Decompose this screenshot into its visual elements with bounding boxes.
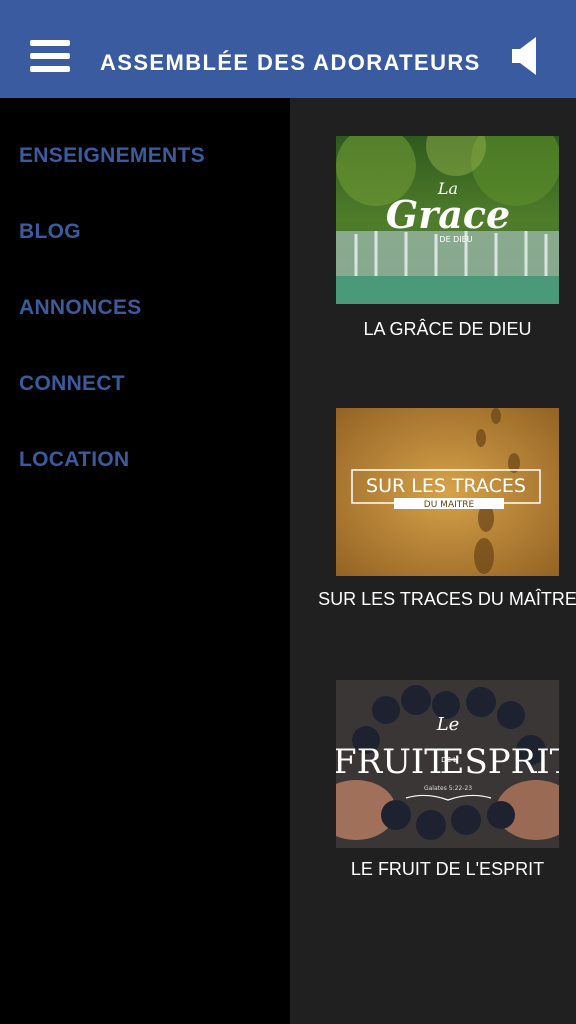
thumb-text: Galates 5:22-23 — [424, 785, 472, 792]
thumb-text: SUR LES TRACES — [366, 475, 526, 497]
series-title[interactable]: SUR LES TRACES DU MAÎTRE — [316, 586, 576, 613]
drawer-item-blog[interactable]: BLOG — [19, 220, 81, 244]
hamburger-menu-icon[interactable] — [30, 40, 72, 76]
thumb-text: Grace — [386, 192, 510, 237]
series-thumbnail-sand[interactable]: SUR LES TRACES DU MAITRE — [336, 408, 559, 576]
speaker-icon[interactable] — [510, 35, 540, 77]
drawer-item-annonces[interactable]: ANNONCES — [19, 296, 142, 320]
series-list: La Grace DE DIEU LA GRÂCE DE DIEU SUR LE… — [290, 98, 576, 1024]
series-title[interactable]: LE FRUIT DE L'ESPRIT — [316, 856, 576, 883]
thumb-text: DE DIEU — [439, 235, 472, 244]
series-title[interactable]: LA GRÂCE DE DIEU — [316, 316, 576, 343]
drawer-item-location[interactable]: LOCATION — [19, 448, 130, 472]
app-title: ASSEMBLÉE DES ADORATEURS — [100, 50, 481, 75]
drawer-item-enseignements[interactable]: ENSEIGNEMENTS — [19, 144, 205, 168]
side-drawer: ENSEIGNEMENTS BLOG ANNONCES CONNECT LOCA… — [0, 98, 290, 1024]
drawer-item-connect[interactable]: CONNECT — [19, 372, 125, 396]
thumb-text: Le — [436, 714, 460, 735]
app-header: ASSEMBLÉE DES ADORATEURS — [0, 0, 576, 98]
thumb-text: ESPRIT — [440, 742, 559, 782]
thumb-text: DU MAITRE — [424, 500, 475, 510]
thumb-text: FRUIT — [336, 742, 447, 782]
series-thumbnail-waterfall[interactable]: La Grace DE DIEU — [336, 136, 559, 304]
series-thumbnail-grapes[interactable]: Le FRUIT DE L' ESPRIT Galates 5:22-23 — [336, 680, 559, 848]
